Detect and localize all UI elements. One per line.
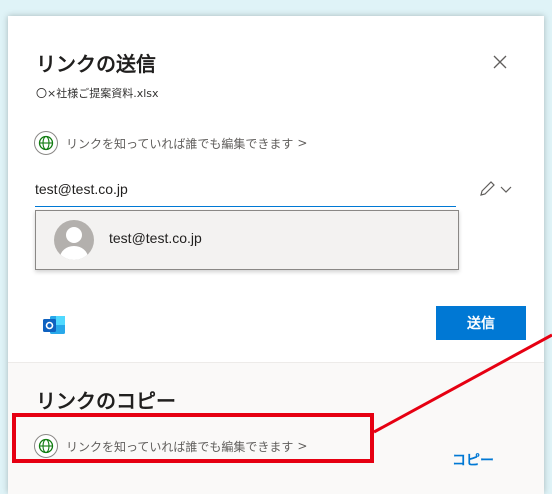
copy-link-title: リンクのコピー xyxy=(36,389,176,413)
permission-button[interactable] xyxy=(476,177,522,201)
close-button[interactable] xyxy=(488,50,512,74)
send-link-section: リンクの送信 〇×社様ご提案資料.xlsx リンクを知っていれば誰でも編集できま… xyxy=(8,16,544,362)
suggestion-email: test@test.co.jp xyxy=(109,230,202,246)
outlook-icon[interactable] xyxy=(41,312,67,338)
copy-button[interactable]: コピー xyxy=(452,450,512,476)
chevron-right-icon: > xyxy=(297,136,308,150)
highlight-box xyxy=(12,413,374,463)
chevron-down-icon xyxy=(500,186,512,193)
avatar xyxy=(54,220,94,260)
recipient-email-input[interactable] xyxy=(35,178,435,200)
link-setting-button[interactable]: リンクを知っていれば誰でも編集できます > xyxy=(34,129,307,157)
send-button[interactable]: 送信 xyxy=(436,306,526,340)
globe-icon xyxy=(34,131,58,155)
recipient-suggestion[interactable]: test@test.co.jp xyxy=(35,210,459,270)
link-setting-label: リンクを知っていれば誰でも編集できます xyxy=(66,136,294,151)
close-icon xyxy=(493,55,507,69)
dialog-title: リンクの送信 xyxy=(36,52,156,76)
file-name: 〇×社様ご提案資料.xlsx xyxy=(36,87,159,100)
recipient-field[interactable] xyxy=(35,172,456,207)
pencil-icon xyxy=(480,181,495,196)
